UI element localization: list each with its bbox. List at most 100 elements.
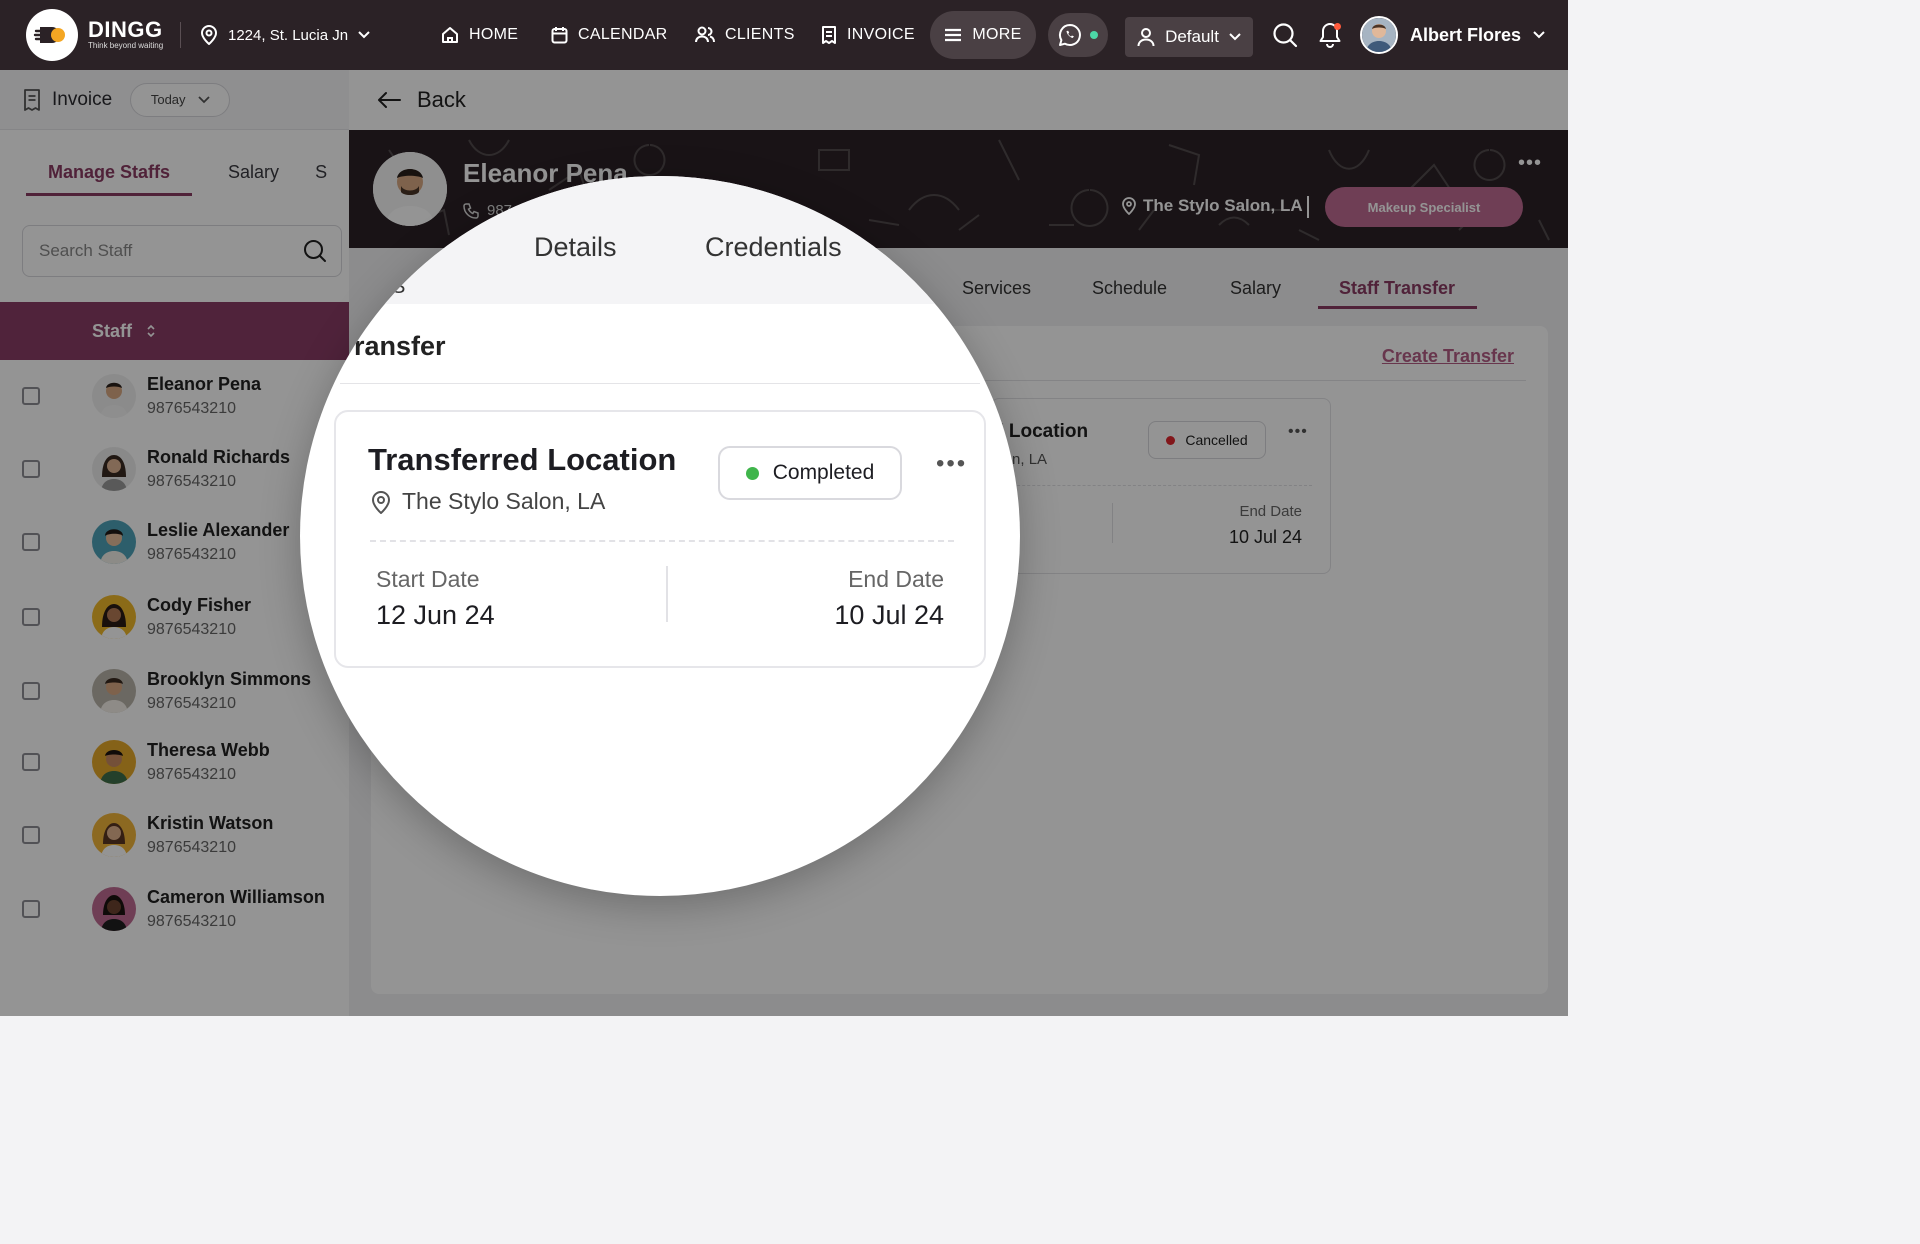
divider: [180, 22, 181, 48]
staff-column-label: Staff: [92, 320, 132, 341]
row-checkbox[interactable]: [22, 460, 40, 478]
search-icon: [1272, 22, 1298, 48]
list-item[interactable]: Cameron Williamson 9876543210: [0, 873, 349, 945]
avatar: [1360, 16, 1398, 54]
more-options-icon[interactable]: •••: [936, 450, 967, 478]
whatsapp-icon: [1058, 23, 1082, 47]
transfer-card: Transferred Location The Stylo Salon, LA…: [334, 410, 986, 668]
staff-name: Theresa Webb: [147, 740, 270, 760]
brand-name: DINGG: [88, 17, 163, 42]
date-filter-label: Today: [150, 92, 186, 107]
staff-name: Eleanor Pena: [147, 374, 262, 394]
tab-schedule[interactable]: Schedule: [1092, 278, 1167, 299]
list-item[interactable]: Ronald Richards 9876543210: [0, 433, 349, 505]
arrow-left-icon[interactable]: [377, 91, 401, 109]
status-dot: [1166, 435, 1176, 445]
avatar: [92, 447, 136, 491]
search-staff-input[interactable]: Search Staff: [22, 225, 342, 277]
staff-phone: 9876543210: [147, 621, 236, 638]
top-navigation-bar: DINGG Think beyond waiting 1224, St. Luc…: [0, 0, 1568, 70]
more-options-icon[interactable]: •••: [1288, 423, 1308, 441]
calendar-icon: [551, 26, 568, 44]
divider: [340, 383, 980, 384]
status-label: Cancelled: [1185, 432, 1248, 448]
staff-phone: 9876543210: [147, 546, 236, 563]
brand-logo[interactable]: DINGG Think beyond waiting: [26, 9, 163, 61]
notifications-button[interactable]: [1315, 20, 1345, 50]
location-pin-icon: [1121, 197, 1137, 215]
start-date-value: 12 Jun 24: [376, 600, 495, 630]
brand-tagline: Think beyond waiting: [88, 41, 164, 50]
create-transfer-link[interactable]: Create Transfer: [1382, 346, 1514, 367]
profile-location: The Stylo Salon, LA: [1121, 196, 1303, 216]
whatsapp-button[interactable]: [1048, 13, 1108, 57]
divider: [370, 540, 954, 542]
list-item[interactable]: Leslie Alexander 9876543210: [0, 506, 349, 578]
nav-invoice-label: INVOICE: [847, 26, 915, 43]
divider: [666, 566, 668, 622]
list-item[interactable]: Cody Fisher 9876543210: [0, 581, 349, 653]
divider: [992, 485, 1312, 486]
list-item[interactable]: Theresa Webb 9876543210: [0, 726, 349, 798]
profile-location-label: The Stylo Salon, LA: [1143, 196, 1303, 215]
tab-manage-staffs[interactable]: Manage Staffs: [26, 162, 193, 196]
avatar: [92, 813, 136, 857]
tab-salary[interactable]: Salary: [228, 162, 279, 196]
magnifier-lens: S Details Credentials ransfer Transferre…: [300, 176, 1020, 896]
tab-details[interactable]: Details: [534, 232, 617, 263]
staff-name: Brooklyn Simmons: [147, 669, 312, 689]
avatar: [92, 374, 136, 418]
start-date-label: Start Date: [376, 566, 480, 592]
location-selector[interactable]: 1224, St. Lucia Jn: [200, 22, 370, 48]
row-checkbox[interactable]: [22, 753, 40, 771]
staff-name: Leslie Alexander: [147, 520, 290, 540]
invoice-icon: [22, 88, 42, 111]
status-badge: Completed: [718, 446, 902, 500]
transfer-card: d Location alon, LA Cancelled ••• End Da…: [991, 398, 1331, 574]
date-filter-dropdown[interactable]: Today: [130, 82, 231, 117]
sidebar-header: Invoice Today: [0, 70, 349, 130]
more-menu-button[interactable]: MORE: [930, 11, 1036, 59]
nav-calendar[interactable]: CALENDAR: [551, 20, 668, 50]
default-label: Default: [1165, 27, 1219, 46]
users-icon: [695, 26, 715, 44]
home-icon: [441, 26, 459, 44]
section-title: ransfer: [354, 331, 446, 361]
staff-sidebar: Invoice Today Manage Staffs Salary S Sea…: [0, 70, 349, 1016]
row-checkbox[interactable]: [22, 682, 40, 700]
search-button[interactable]: [1270, 20, 1300, 50]
back-bar: Back: [349, 70, 1568, 130]
nav-invoice[interactable]: INVOICE: [821, 20, 915, 50]
staff-table-header[interactable]: Staff: [0, 302, 349, 360]
tab-salary[interactable]: Salary: [1230, 278, 1281, 299]
end-date-label: End Date: [1239, 503, 1302, 520]
user-menu[interactable]: Albert Flores: [1360, 16, 1545, 54]
nav-clients-label: CLIENTS: [725, 26, 795, 43]
row-checkbox[interactable]: [22, 900, 40, 918]
back-button[interactable]: Back: [417, 87, 466, 113]
tab-staff-transfer[interactable]: Staff Transfer: [1339, 278, 1455, 299]
list-item[interactable]: Brooklyn Simmons 9876543210: [0, 655, 349, 727]
transfer-location-label: The Stylo Salon, LA: [402, 488, 606, 514]
more-options-icon[interactable]: •••: [1518, 152, 1542, 175]
list-item[interactable]: Eleanor Pena 9876543210: [0, 360, 349, 432]
row-checkbox[interactable]: [22, 387, 40, 405]
staff-phone: 9876543210: [147, 473, 236, 490]
staff-phone: 9876543210: [147, 400, 236, 417]
tab-truncated[interactable]: S: [392, 276, 405, 299]
nav-clients[interactable]: CLIENTS: [695, 20, 795, 50]
row-checkbox[interactable]: [22, 608, 40, 626]
avatar: [92, 740, 136, 784]
logo-mark-icon: [26, 9, 78, 61]
row-checkbox[interactable]: [22, 533, 40, 551]
avatar: [92, 595, 136, 639]
more-label: MORE: [972, 26, 1022, 43]
sidebar-title: Invoice: [52, 88, 113, 110]
nav-calendar-label: CALENDAR: [578, 26, 668, 43]
transfer-card-title: Transferred Location: [368, 442, 677, 477]
list-item[interactable]: Kristin Watson 9876543210: [0, 799, 349, 871]
profile-mode-dropdown[interactable]: Default: [1125, 17, 1253, 57]
row-checkbox[interactable]: [22, 826, 40, 844]
tab-credentials[interactable]: Credentials: [705, 232, 842, 263]
nav-home[interactable]: HOME: [441, 20, 518, 50]
